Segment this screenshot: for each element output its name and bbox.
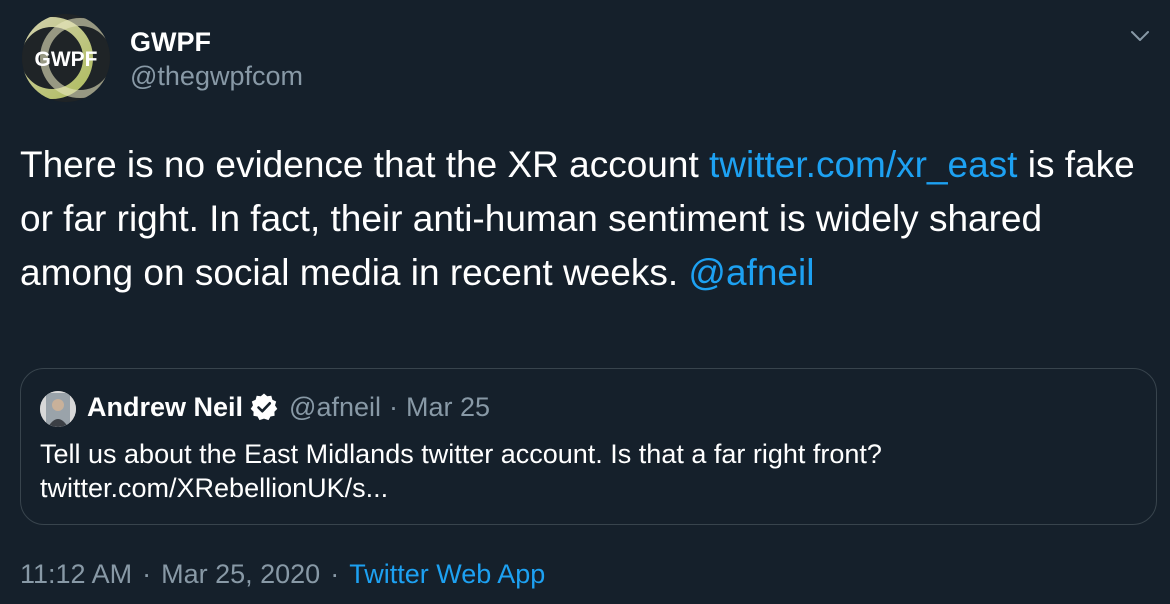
quoted-tweet-header: Andrew Neil @afneil · Mar 25	[87, 389, 490, 425]
tweet-metadata: 11:12 AM · Mar 25, 2020 · Twitter Web App	[20, 556, 545, 592]
chevron-down-icon[interactable]	[1128, 24, 1152, 48]
tweet-text-part1: There is no evidence that the XR account	[20, 144, 710, 185]
quoted-separator: ·	[389, 391, 398, 422]
tweet-date[interactable]: Mar 25, 2020	[161, 559, 320, 589]
mention-link[interactable]: @afneil	[688, 252, 814, 293]
quoted-date[interactable]: Mar 25	[406, 392, 490, 423]
verified-badge-icon	[250, 393, 278, 421]
tweet-time[interactable]: 11:12 AM	[20, 559, 132, 589]
meta-separator: ·	[142, 559, 152, 589]
author-handle[interactable]: @thegwpfcom	[130, 60, 303, 92]
logo-text: GWPF	[35, 48, 98, 71]
quoted-tweet-text: Tell us about the East Midlands twitter …	[40, 437, 1130, 505]
quoted-author-avatar[interactable]	[40, 391, 76, 427]
quoted-handle[interactable]: @afneil	[289, 392, 381, 423]
quoted-tweet-card[interactable]: Andrew Neil @afneil · Mar 25 Tell us abo…	[20, 368, 1157, 525]
author-avatar[interactable]: GWPF	[22, 14, 110, 102]
author-display-name[interactable]: GWPF	[130, 26, 211, 58]
quoted-text-line2: twitter.com/XRebellionUK/s...	[40, 473, 389, 503]
tweet-link[interactable]: twitter.com/xr_east	[709, 144, 1017, 185]
meta-separator-2: ·	[330, 559, 340, 589]
tweet-text: There is no evidence that the XR account…	[20, 138, 1150, 300]
quoted-display-name[interactable]: Andrew Neil	[87, 392, 243, 423]
person-avatar-icon	[40, 391, 76, 427]
quoted-text-line1: Tell us about the East Midlands twitter …	[40, 439, 882, 469]
tweet-source-link[interactable]: Twitter Web App	[349, 559, 545, 589]
gwpf-logo-icon: GWPF	[22, 14, 110, 102]
